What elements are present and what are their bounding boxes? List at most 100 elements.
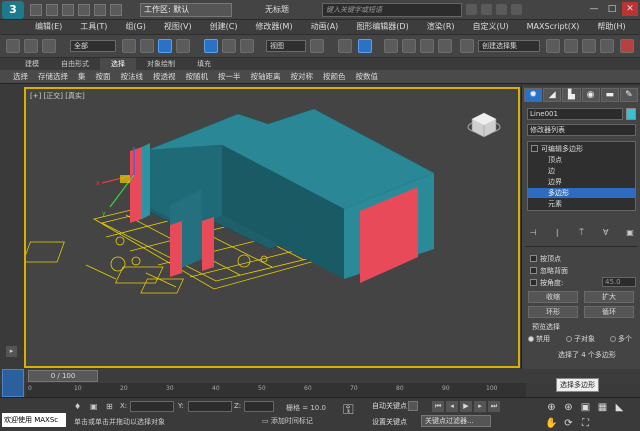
ignore-backface-checkbox[interactable]: 忽略背面: [530, 266, 568, 276]
select-by-name-icon[interactable]: [140, 39, 154, 53]
z-coordinate-field[interactable]: [244, 401, 274, 412]
zoom-extents-all-icon[interactable]: ▦: [596, 402, 609, 414]
configure-sets-icon[interactable]: ▣: [624, 228, 636, 238]
curve-editor-icon[interactable]: [600, 39, 614, 53]
modify-tab-icon[interactable]: ◢: [543, 88, 562, 102]
stack-item-element[interactable]: 元素: [548, 199, 562, 209]
play-icon[interactable]: ▶: [460, 401, 472, 412]
object-color-swatch[interactable]: [626, 108, 636, 120]
set-key-button[interactable]: 设置关键点: [372, 417, 407, 427]
isolate-icon[interactable]: ♦: [74, 402, 84, 412]
maximize-button[interactable]: □: [604, 2, 620, 16]
hierarchy-tab-icon[interactable]: ▙: [562, 88, 581, 102]
stack-item-polygon[interactable]: 多边形: [528, 188, 635, 198]
ribbon-tab-modeling[interactable]: 建模: [14, 58, 50, 70]
angle-spinner[interactable]: 45.0: [602, 277, 636, 287]
move-icon[interactable]: [204, 39, 218, 53]
unlink-icon[interactable]: [24, 39, 38, 53]
stack-item-edge[interactable]: 边: [548, 166, 555, 176]
modifier-list-select[interactable]: 修改器列表: [527, 124, 636, 136]
maxscript-listener[interactable]: 欢迎使用 MAXSc: [2, 413, 66, 427]
utilities-tab-icon[interactable]: ✎: [619, 88, 639, 102]
motion-tab-icon[interactable]: ◉: [581, 88, 600, 102]
undo-icon[interactable]: [78, 4, 90, 16]
shrink-button[interactable]: 收缩: [528, 291, 578, 303]
pivot-center-icon[interactable]: [310, 39, 324, 53]
viewport-label[interactable]: [+] [正交] [真实]: [30, 91, 85, 101]
angle-snap-icon[interactable]: [402, 39, 416, 53]
menu-animation[interactable]: 动画(A): [302, 20, 348, 34]
menu-edit[interactable]: 编辑(E): [26, 20, 71, 34]
menu-help[interactable]: 帮助(H): [588, 20, 634, 34]
by-angle-checkbox[interactable]: 按角度:: [530, 278, 563, 288]
key-icon[interactable]: ⚿: [343, 402, 373, 426]
layer-explorer-icon[interactable]: [582, 39, 596, 53]
add-time-tag[interactable]: ▭ 添加时间标记: [262, 416, 313, 426]
ring-button[interactable]: 环形: [528, 306, 578, 318]
snaps-toggle-icon[interactable]: [384, 39, 398, 53]
y-coordinate-field[interactable]: [188, 401, 232, 412]
maximize-viewport-icon[interactable]: ⛶: [579, 418, 592, 430]
named-selection-set-select[interactable]: 创建选择集: [478, 40, 540, 52]
preview-disabled-radio[interactable]: 禁用: [528, 334, 550, 344]
field-of-view-icon[interactable]: ◣: [613, 402, 626, 414]
menu-customize[interactable]: 自定义(U): [464, 20, 518, 34]
menu-modifiers[interactable]: 修改器(M): [246, 20, 301, 34]
display-tab-icon[interactable]: ▬: [600, 88, 619, 102]
key-filters-button[interactable]: 关键点过滤器...: [421, 415, 491, 427]
search-input[interactable]: 键入关键字或短语: [322, 3, 462, 17]
create-tab-icon[interactable]: ✹: [524, 88, 543, 102]
window-crossing-icon[interactable]: [176, 39, 190, 53]
by-vertex-checkbox[interactable]: 按顶点: [530, 254, 561, 264]
viewport-layout-button[interactable]: ▸: [6, 346, 17, 357]
workspace-select[interactable]: 工作区: 默认: [140, 3, 232, 17]
zoom-all-icon[interactable]: ⊛: [562, 402, 575, 414]
ribbon-tool-store-selection[interactable]: 存储选择: [33, 70, 73, 83]
new-file-icon[interactable]: [30, 4, 42, 16]
preview-subobject-radio[interactable]: 子对象: [566, 334, 595, 344]
reference-coordinate-select[interactable]: 视图: [266, 40, 306, 52]
bind-space-warp-icon[interactable]: [42, 39, 56, 53]
app-logo-icon[interactable]: 3: [2, 1, 24, 19]
help-icon[interactable]: [511, 4, 522, 15]
binoculars-icon[interactable]: [466, 4, 477, 15]
ribbon-tool-by-random[interactable]: 按随机: [181, 70, 214, 83]
make-unique-icon[interactable]: ⍑: [576, 228, 588, 238]
stack-item-editable-poly[interactable]: 可编辑多边形: [531, 144, 583, 154]
render-icon[interactable]: [620, 39, 634, 53]
track-bar[interactable]: 0 10 20 30 40 50 60 70 80 90 100: [26, 383, 526, 397]
rectangular-selection-icon[interactable]: [158, 39, 172, 53]
redo-icon[interactable]: [94, 4, 106, 16]
menu-tools[interactable]: 工具(T): [71, 20, 116, 34]
object-name-field[interactable]: Line001: [527, 108, 623, 120]
ribbon-tab-selection[interactable]: 选择: [100, 58, 136, 70]
user-icon[interactable]: [496, 4, 507, 15]
keyboard-shortcut-override-icon[interactable]: [358, 39, 372, 53]
auto-key-button[interactable]: 自动关键点: [372, 401, 407, 411]
stack-item-vertex[interactable]: 顶点: [548, 155, 562, 165]
show-end-result-icon[interactable]: |: [551, 228, 563, 238]
minimize-button[interactable]: —: [586, 2, 602, 16]
select-object-icon[interactable]: [122, 39, 136, 53]
absolute-mode-icon[interactable]: ⊞: [106, 402, 116, 412]
ribbon-tool-by-color[interactable]: 按颜色: [318, 70, 351, 83]
ribbon-tool-select[interactable]: 选择: [8, 70, 33, 83]
menu-graph-editors[interactable]: 图形编辑器(D): [347, 20, 417, 34]
ribbon-tool-by-half[interactable]: 按一半: [213, 70, 246, 83]
spinner-snap-icon[interactable]: [438, 39, 452, 53]
edit-named-selection-icon[interactable]: [460, 39, 474, 53]
close-button[interactable]: ✕: [622, 2, 638, 16]
menu-maxscript[interactable]: MAXScript(X): [518, 20, 589, 34]
ribbon-tab-freeform[interactable]: 自由形式: [50, 58, 100, 70]
time-slider[interactable]: 0 / 100: [28, 370, 98, 382]
loop-button[interactable]: 循环: [584, 306, 634, 318]
ribbon-tool-by-normal[interactable]: 按法线: [116, 70, 149, 83]
ribbon-tool-by-face[interactable]: 按面: [91, 70, 116, 83]
link-icon[interactable]: [6, 39, 20, 53]
ribbon-tab-object-paint[interactable]: 对象绘制: [136, 58, 186, 70]
remove-modifier-icon[interactable]: ∀: [600, 228, 612, 238]
orbit-icon[interactable]: ⟳: [562, 418, 575, 430]
pan-icon[interactable]: ✋: [545, 418, 558, 430]
ribbon-tab-populate[interactable]: 填充: [186, 58, 222, 70]
select-and-manipulate-icon[interactable]: [338, 39, 352, 53]
